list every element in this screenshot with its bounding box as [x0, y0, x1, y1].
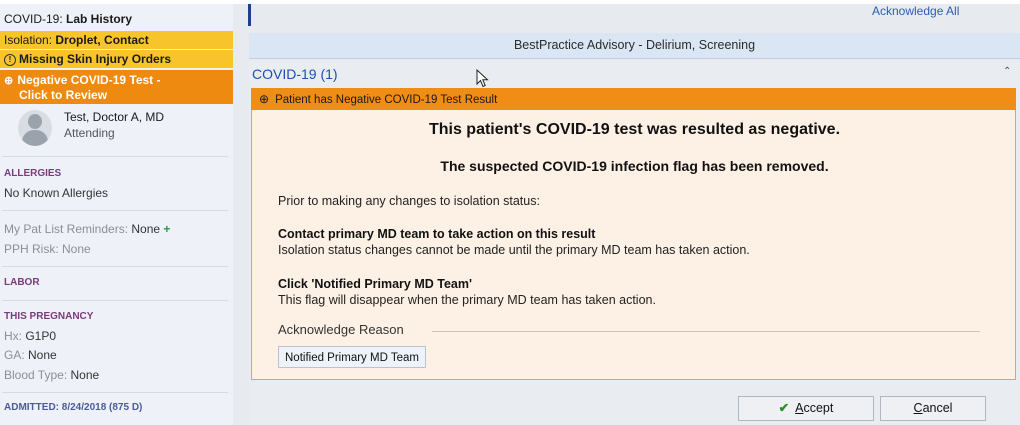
divider — [2, 210, 228, 211]
cancel-button[interactable]: Cancel — [880, 396, 986, 421]
click-title: Click 'Notified Primary MD Team' — [278, 277, 472, 291]
plus-icon[interactable]: + — [163, 222, 170, 236]
covid-alert-line1: Negative COVID-19 Test - — [17, 73, 161, 87]
provider-name: Test, Doctor A, MD — [64, 110, 165, 124]
pregnancy-header[interactable]: THIS PREGNANCY — [4, 311, 93, 322]
click-body: This flag will disappear when the primar… — [278, 293, 656, 307]
advisory-subheadline: The suspected COVID-19 infection flag ha… — [440, 158, 829, 174]
covid-crosshair-icon: ⊕ — [259, 92, 270, 106]
notified-primary-md-team-button[interactable]: Notified Primary MD Team — [278, 346, 426, 368]
divider — [2, 392, 228, 393]
covid-lab-history-link[interactable]: COVID-19: Lab History — [0, 10, 233, 28]
admitted-header[interactable]: ADMITTED: 8/24/2018 (875 D) — [4, 402, 142, 413]
blood-type-row: Blood Type: None — [4, 368, 99, 382]
ga-label: GA: — [4, 348, 29, 362]
hx-value: G1P0 — [25, 329, 57, 343]
window-accent-bar — [248, 4, 251, 26]
contact-body: Isolation status changes cannot be made … — [278, 243, 750, 257]
blood-value: None — [70, 368, 100, 382]
checkmark-icon: ✔ — [778, 401, 790, 415]
banner-text: Patient has Negative COVID-19 Test Resul… — [275, 94, 498, 106]
contact-title: Contact primary MD team to take action o… — [278, 227, 596, 241]
lab-history-label: Lab History — [66, 12, 133, 26]
allergies-value: No Known Allergies — [4, 186, 109, 200]
isolation-value: Droplet, Contact — [55, 33, 149, 47]
ga-row: GA: None — [4, 348, 57, 362]
mouse-cursor-icon — [476, 69, 489, 88]
provider-role: Attending — [64, 126, 115, 140]
patient-sidebar: COVID-19: Lab History Isolation: Droplet… — [0, 4, 234, 425]
covid-label: COVID-19: — [4, 12, 67, 26]
skin-injury-banner[interactable]: ! Missing Skin Injury Orders — [0, 50, 233, 68]
isolation-label: Isolation: — [4, 33, 56, 47]
bpa-title: BestPractice Advisory - Delirium, Screen… — [249, 33, 1020, 59]
advisory-banner: ⊕ Patient has Negative COVID-19 Test Resu… — [251, 88, 1016, 110]
divider — [2, 156, 228, 157]
divider — [2, 266, 228, 267]
acknowledge-reason-label: Acknowledge Reason — [278, 322, 404, 337]
warning-circle-icon: ! — [4, 53, 16, 66]
ga-value: None — [28, 348, 57, 362]
divider — [2, 300, 228, 301]
allergies-header[interactable]: ALLERGIES — [4, 168, 61, 179]
acknowledge-all-link[interactable]: Acknowledge All — [872, 4, 959, 18]
acknowledge-reason-divider — [432, 331, 980, 332]
pph-value: None — [62, 242, 91, 256]
blood-label: Blood Type: — [4, 368, 71, 382]
hx-row: Hx: G1P0 — [4, 329, 56, 343]
advisory-content: This patient's COVID-19 test was resulte… — [251, 110, 1016, 380]
covid-alert-line2: Click to Review — [19, 88, 108, 102]
covid-negative-alert[interactable]: ⊕ Negative COVID-19 Test - Click to Revi… — [0, 70, 233, 104]
provider-card[interactable]: Test, Doctor A, MD Attending — [18, 108, 228, 152]
cancel-hotkey: C — [913, 401, 923, 415]
skin-injury-label: Missing Skin Injury Orders — [19, 52, 172, 66]
covid-crosshair-icon: ⊕ — [4, 75, 14, 87]
covid-section-title[interactable]: COVID-19 (1) — [252, 66, 338, 82]
hx-label: Hx: — [4, 329, 26, 343]
cancel-label: ancel — [922, 401, 953, 415]
labor-header[interactable]: LABOR — [4, 277, 40, 288]
isolation-banner[interactable]: Isolation: Droplet, Contact — [0, 31, 233, 49]
avatar-icon — [18, 110, 52, 146]
pph-label: PPH Risk: — [4, 242, 63, 256]
prior-text: Prior to making any changes to isolation… — [278, 194, 540, 208]
reminders-label: My Pat List Reminders: — [4, 222, 132, 236]
accept-label: ccept — [803, 401, 834, 415]
pph-risk: PPH Risk: None — [4, 242, 91, 256]
accept-button[interactable]: ✔ Accept — [738, 396, 874, 421]
pat-list-reminders: My Pat List Reminders: None + — [4, 222, 170, 236]
collapse-chevron-icon[interactable]: ⌃ — [1003, 66, 1011, 77]
advisory-headline: This patient's COVID-19 test was resulte… — [428, 121, 841, 138]
reminders-value: None — [131, 222, 161, 236]
